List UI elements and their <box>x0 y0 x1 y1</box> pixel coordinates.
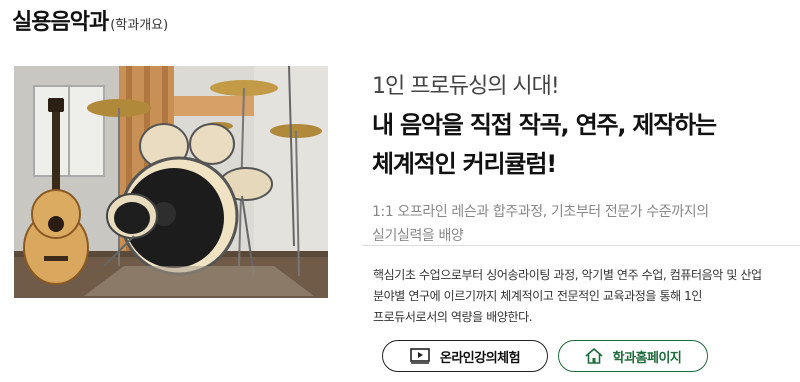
description-line3: 프로듀서로서의 역량을 배양한다. <box>373 310 533 324</box>
hero-subtext-line1: 1:1 오프라인 레슨과 합주과정, 기초부터 전문가 수준까지의 <box>372 204 709 220</box>
hero-text: 1인 프로듀싱의 시대! 내 음악을 직접 작곡, 연주, 제작하는 체계적인 … <box>372 66 800 248</box>
hero-kicker: 1인 프로듀싱의 시대! <box>372 74 560 99</box>
description-line1: 핵심기초 수업으로부터 싱어송라이팅 과정, 악기별 연주 수업, 컴퓨터음악 … <box>373 268 762 282</box>
online-lecture-label: 온라인강의체험 <box>439 350 521 366</box>
hero-headline-line1: 내 음악을 직접 작곡, 연주, 제작하는 <box>372 111 717 139</box>
department-homepage-button[interactable]: 학과홈페이지 <box>558 340 708 372</box>
department-homepage-label: 학과홈페이지 <box>612 350 682 366</box>
department-description: 핵심기초 수업으로부터 싱어송라이팅 과정, 악기별 연주 수업, 컴퓨터음악 … <box>373 265 793 328</box>
hero-headline: 내 음악을 직접 작곡, 연주, 제작하는 체계적인 커리큘럼! <box>372 106 800 184</box>
video-play-icon <box>410 348 430 364</box>
section-divider <box>362 245 800 246</box>
hero-headline-line2: 체계적인 커리큘럼! <box>372 150 557 178</box>
online-lecture-button[interactable]: 온라인강의체험 <box>382 340 548 372</box>
hero-subtext: 1:1 오프라인 레슨과 합주과정, 기초부터 전문가 수준까지의 실기실력을 … <box>372 200 752 248</box>
page-header: 실용음악과 (학과개요) <box>12 4 168 38</box>
drum-kit-photo <box>14 66 328 298</box>
page-title: 실용음악과 <box>12 10 109 35</box>
page-subtitle: (학과개요) <box>110 18 169 33</box>
home-icon <box>585 348 603 364</box>
description-line2: 분야별 연구에 이르기까지 체계적이고 전문적인 교육과정을 통해 1인 <box>373 289 703 303</box>
